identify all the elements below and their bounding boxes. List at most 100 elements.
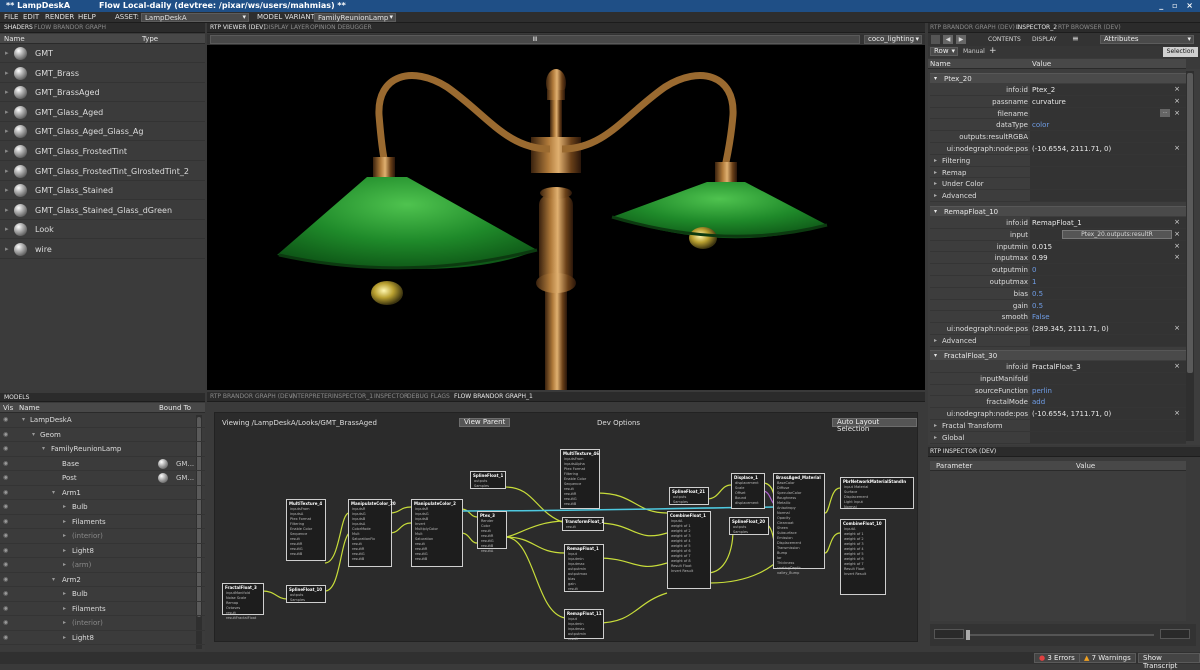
expand-icon[interactable]: ▸ [5,69,9,77]
attributes-combo[interactable]: Attributes [1100,35,1194,44]
expand-icon[interactable]: ▸ [934,157,937,164]
clear-icon[interactable]: × [1174,144,1180,152]
property-row[interactable]: info:id RemapFloat_1 × [930,217,1186,229]
expand-icon[interactable]: ▸ [63,503,66,510]
list-item[interactable]: ▸ GMT_Glass_Stained_Glass_dGreen [0,201,205,220]
tree-row[interactable]: ◉ Post GM... [0,471,205,486]
tree-row[interactable]: ◉ ▸ Filaments [0,515,205,529]
expand-icon[interactable]: ▸ [63,634,66,641]
warnings-button[interactable]: ▲ 7 Warnings [1079,653,1136,663]
graph-node[interactable]: ManipulateColor_2 inputsR inputsG inputsB In… [411,499,463,567]
graph-node[interactable]: RemapFloat_11 input inputmin inputmax output… [564,609,604,641]
list-item[interactable]: ▸ GMT_BrassAged [0,83,205,103]
tree-row[interactable]: ◉ ▾ FamilyReunionLamp [0,442,205,457]
col-value[interactable]: Value [1076,462,1095,470]
tab-opinion-debugger[interactable]: OPINION DEBUGGER [310,24,372,31]
eye-icon[interactable]: ◉ [3,416,8,423]
errors-button[interactable]: ● 3 Errors [1034,653,1080,663]
window-controls[interactable]: _ ▫ × [1159,1,1196,10]
frame-field[interactable] [934,629,964,639]
list-item[interactable]: ▸ GMT_Glass_FrostedTint [0,142,205,161]
collapse-icon[interactable]: ▾ [52,489,55,496]
expand-icon[interactable]: ▸ [934,192,937,199]
collapse-icon[interactable]: ▾ [934,208,937,215]
property-value[interactable]: 0.5 [1032,302,1043,310]
nav-back-button[interactable]: ◀ [943,35,953,44]
graph-node[interactable]: Ptex_3 Render Color result resultR resultG re… [477,511,507,553]
subgroup-row[interactable]: ▸ Fractal Transform [930,420,1186,432]
list-item[interactable]: ▸ GMT_Glass_Aged [0,103,205,122]
collapse-icon[interactable]: ▾ [934,75,937,82]
graph-node[interactable]: BrassAged_Material BaseColor Diffuse Specul… [773,473,825,575]
expand-icon[interactable]: ▸ [5,245,9,253]
asset-combo[interactable]: LampDeskA [141,13,249,22]
property-value[interactable]: (-10.6554, 1711.71, 0) [1032,410,1111,418]
graph-node[interactable]: FractalFloat_3 inputManifold Noise Scale Re… [222,583,264,620]
scrollbar-thumb[interactable] [1187,73,1193,373]
expand-icon[interactable]: ▸ [5,186,9,194]
lighting-combo[interactable]: coco_lighting [864,35,922,44]
subgroup-row[interactable]: ▸ Under Color [930,178,1186,191]
property-value[interactable]: (289.345, 2111.71, 0) [1032,325,1109,333]
col-name[interactable]: Name [19,404,40,412]
property-value[interactable]: FractalFloat_3 [1032,363,1081,371]
property-row[interactable]: filename... × [930,107,1186,120]
node-graph-canvas[interactable]: Viewing /LampDeskA/Looks/GMT_BrassAged V… [214,412,918,642]
tab-debug-flags[interactable]: DEBUG FLAGS [407,393,450,400]
eye-icon[interactable]: ◉ [3,547,8,554]
nav-home-button[interactable] [931,35,940,44]
tab-display-layer[interactable]: DISPLAY LAYER [264,24,309,31]
expand-icon[interactable]: ▸ [63,532,66,539]
clear-icon[interactable]: × [1174,362,1180,370]
tab-inspector-2[interactable]: INSPECTOR_2 [1016,24,1057,31]
pause-button[interactable]: II [210,35,860,44]
show-transcript-button[interactable]: Show Transcript [1138,653,1200,670]
col-parameter[interactable]: Parameter [936,462,972,470]
end-frame-field[interactable] [1160,629,1190,639]
eye-icon[interactable]: ◉ [3,431,8,438]
render-viewport[interactable] [207,45,925,390]
graph-node[interactable]: ManipulateColor_20 inputsR inputsG inputsB i… [348,499,396,567]
collapse-icon[interactable]: ▾ [52,576,55,583]
clear-icon[interactable]: × [1174,409,1180,417]
col-name[interactable]: Name [4,35,25,43]
list-item[interactable]: ▸ wire [0,240,205,259]
list-item[interactable]: ▸ GMT_Glass_Stained [0,181,205,201]
subgroup-row[interactable]: ▸ Remap [930,166,1186,179]
collapse-icon[interactable]: ▾ [42,445,45,452]
eye-icon[interactable]: ◉ [3,503,8,510]
expand-icon[interactable]: ▸ [934,169,937,176]
property-value[interactable]: 0.99 [1032,254,1048,262]
property-row[interactable]: gain 0.5 [930,299,1186,312]
expand-icon[interactable]: ▸ [5,167,9,175]
property-row[interactable]: outputs:resultRGBA [930,131,1186,143]
property-row[interactable]: info:id FractalFloat_3 × [930,361,1186,373]
tab-models[interactable]: MODELS [4,394,29,401]
expand-icon[interactable]: ▸ [5,147,9,155]
display-menu[interactable]: DISPLAY [1032,36,1057,43]
list-item[interactable]: ▸ GMT_Glass_FrostedTint_GlrostedTint_2 [0,162,205,181]
expand-icon[interactable]: ▸ [63,605,66,612]
property-row[interactable]: sourceFunction perlin [930,384,1186,397]
collapse-icon[interactable]: ▾ [934,352,937,359]
col-name[interactable]: Name [930,60,951,68]
slider-handle[interactable] [966,630,970,640]
tree-row[interactable]: ◉ ▸ Light8 [0,631,205,645]
property-value[interactable]: perlin [1032,387,1052,395]
clear-icon[interactable]: × [1174,85,1180,93]
graph-node[interactable]: SplineFloat_21 outputs Samples [669,487,709,505]
eye-icon[interactable]: ◉ [3,460,8,467]
selection-button[interactable]: Selection [1163,47,1198,57]
eye-icon[interactable]: ◉ [3,532,8,539]
property-value[interactable]: 0.5 [1032,290,1043,298]
property-row[interactable]: info:id Ptex_2 × [930,84,1186,96]
eye-icon[interactable]: ◉ [3,489,8,496]
tab-rtp-browser[interactable]: RTP BROWSER (DEV) [1058,24,1121,31]
clear-icon[interactable]: × [1174,242,1180,250]
subgroup-row[interactable]: ▸ Global [930,431,1186,444]
graph-node[interactable]: TransformFloat_1 result [562,517,604,531]
tab-rtp-brandor-1[interactable]: RTP BRANDOR GRAPH (DEV) 1 [930,24,1021,31]
tab-rtp-inspector[interactable]: RTP INSPECTOR (DEV) [930,448,996,455]
property-row[interactable]: input Ptex_20.outputs:resultR × [930,228,1186,241]
expand-icon[interactable]: ▸ [63,619,66,626]
